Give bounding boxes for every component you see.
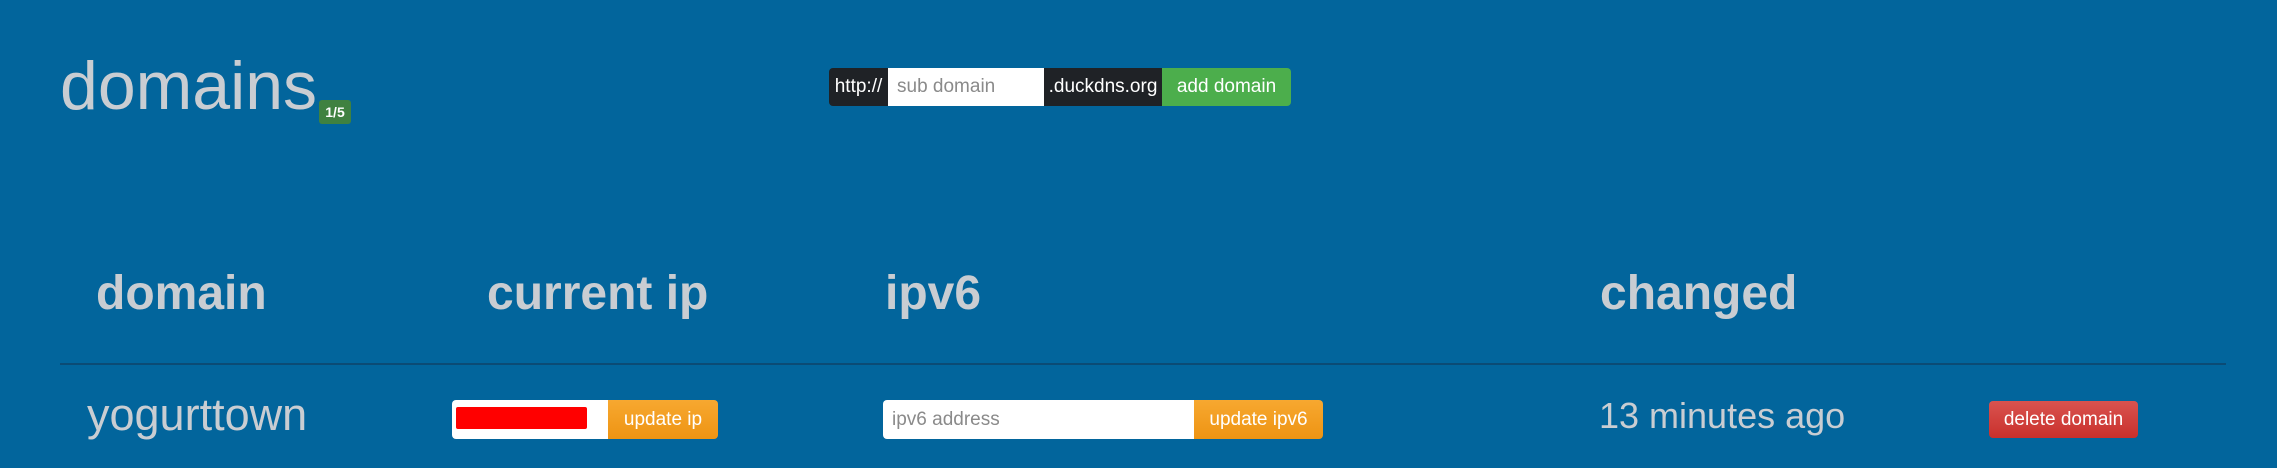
update-ip-button[interactable]: update ip <box>608 400 718 439</box>
add-domain-button[interactable]: add domain <box>1162 68 1291 106</box>
add-domain-form: http:// .duckdns.org add domain <box>829 68 1291 106</box>
domain-name: yogurttown <box>87 389 308 440</box>
current-ip-group: update ip <box>452 400 718 439</box>
column-header-ipv6: ipv6 <box>885 267 982 320</box>
domain-suffix-addon: .duckdns.org <box>1044 68 1162 106</box>
page-title: domains <box>60 48 318 124</box>
ipv6-input[interactable] <box>883 400 1194 439</box>
column-header-changed: changed <box>1600 267 1798 320</box>
subdomain-input[interactable] <box>888 68 1044 106</box>
changed-time: 13 minutes ago <box>1599 395 1846 436</box>
table-header-divider <box>60 363 2226 365</box>
column-header-domain: domain <box>96 267 267 320</box>
domain-count-badge: 1/5 <box>319 100 351 124</box>
ipv6-group: update ipv6 <box>883 400 1323 439</box>
column-header-current-ip: current ip <box>487 267 709 320</box>
delete-domain-button[interactable]: delete domain <box>1989 401 2138 438</box>
update-ipv6-button[interactable]: update ipv6 <box>1194 400 1323 439</box>
redaction-block <box>456 407 587 429</box>
url-prefix-addon: http:// <box>829 68 888 106</box>
current-ip-field[interactable] <box>452 400 608 439</box>
